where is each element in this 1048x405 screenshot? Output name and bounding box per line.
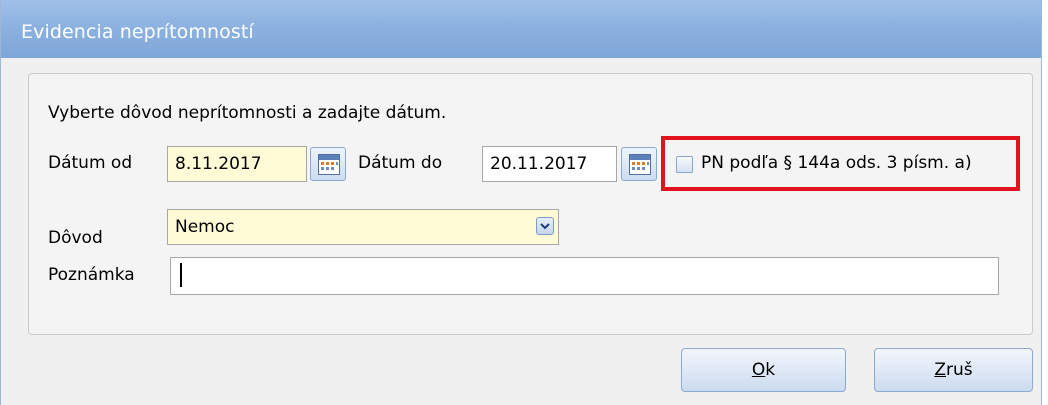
reason-label: Dôvod: [48, 228, 103, 248]
text-caret: [180, 263, 182, 287]
dialog-window: Evidencia neprítomností Vyberte dôvod ne…: [0, 0, 1042, 405]
date-from-calendar-button[interactable]: [310, 147, 346, 181]
ok-label-rest: k: [765, 360, 776, 380]
date-from-label: Dátum od: [48, 153, 133, 173]
date-from-input[interactable]: 8.11.2017: [167, 146, 307, 182]
pn-checkbox-label[interactable]: PN podľa § 144a ods. 3 písm. a): [701, 153, 972, 173]
cancel-mnemonic: Z: [934, 360, 947, 380]
chevron-down-icon: [540, 223, 550, 230]
title-bar[interactable]: Evidencia neprítomností: [1, 0, 1041, 58]
note-input[interactable]: [170, 257, 999, 295]
reason-dropdown-button[interactable]: [536, 217, 554, 235]
calendar-icon: [318, 154, 340, 175]
pn-checkbox[interactable]: [676, 156, 693, 173]
ok-button[interactable]: Ok: [681, 348, 846, 392]
note-label: Poznámka: [48, 265, 135, 285]
instruction-text: Vyberte dôvod neprítomnosti a zadajte dá…: [48, 103, 447, 123]
cancel-button[interactable]: Zruš: [874, 348, 1033, 392]
reason-dropdown[interactable]: Nemoc: [167, 209, 559, 245]
date-to-input[interactable]: 20.11.2017: [482, 146, 617, 182]
cancel-label-rest: ruš: [946, 360, 973, 380]
date-to-calendar-button[interactable]: [621, 147, 657, 181]
ok-mnemonic: O: [751, 360, 766, 380]
calendar-icon: [629, 154, 651, 175]
date-to-label: Dátum do: [358, 153, 443, 173]
window-title: Evidencia neprítomností: [21, 21, 254, 43]
